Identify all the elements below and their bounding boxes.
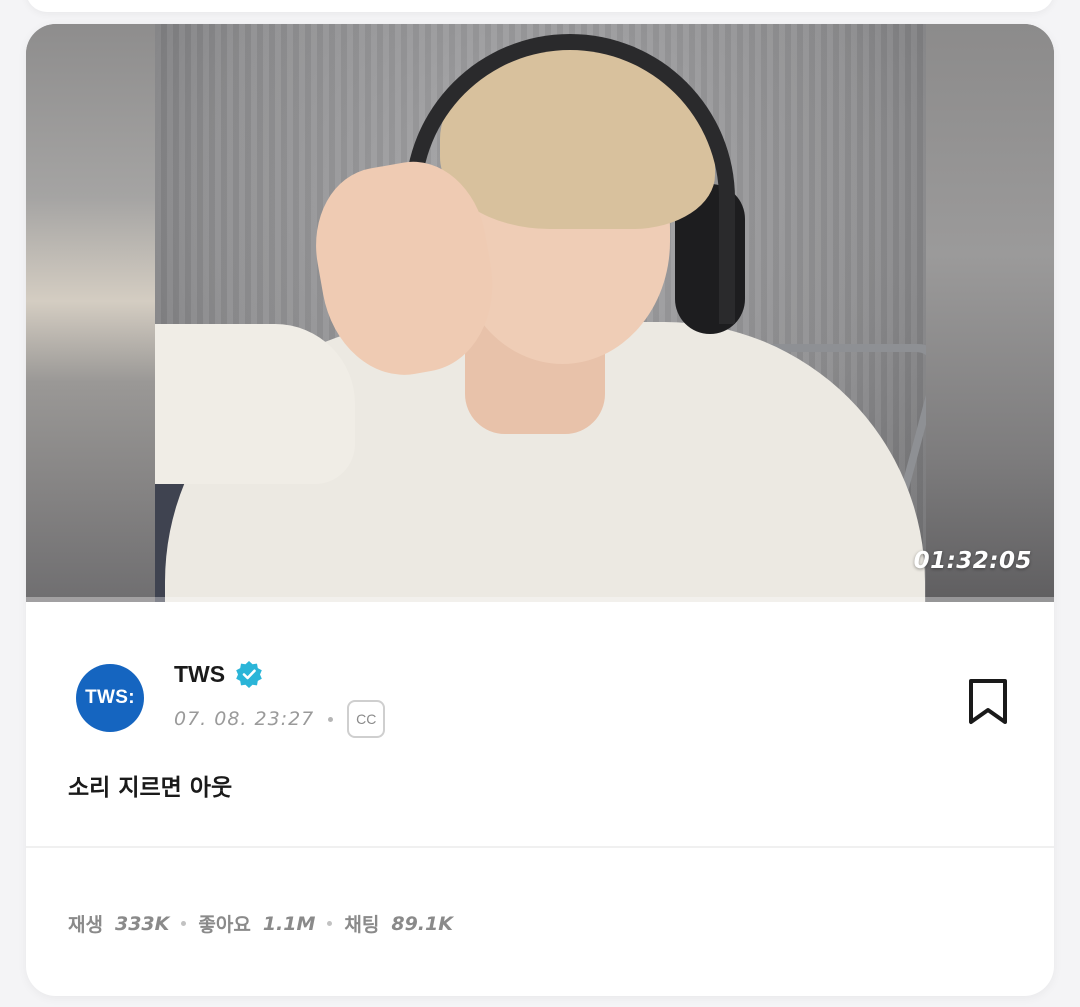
- video-post-card[interactable]: 01:32:05 TWS: TWS 07. 08. 23:27 CC 소리 지르…: [26, 24, 1054, 996]
- separator-dot: [327, 921, 333, 926]
- separator-dot: [181, 921, 187, 926]
- video-progress-track: [26, 597, 1054, 602]
- thumbnail-blur-left: [26, 24, 156, 602]
- video-duration: 01:32:05: [913, 548, 1032, 574]
- arm: [155, 324, 355, 484]
- previous-card-edge: [26, 0, 1054, 12]
- bookmark-button[interactable]: [966, 677, 1010, 727]
- likes-label: 좋아요: [198, 914, 251, 936]
- post-stats: 재생 333K 좋아요 1.1M 채팅 89.1K: [68, 910, 453, 937]
- closed-caption-badge: CC: [347, 700, 386, 738]
- channel-avatar[interactable]: TWS:: [76, 664, 144, 732]
- plays-count: 333K: [114, 912, 170, 935]
- chats-count: 89.1K: [391, 912, 453, 935]
- likes-count: 1.1M: [262, 912, 316, 935]
- post-date: 07. 08. 23:27: [174, 708, 315, 730]
- post-title[interactable]: 소리 지르면 아웃: [68, 768, 232, 802]
- thumbnail-image: [155, 24, 926, 602]
- channel-name[interactable]: TWS: [174, 661, 225, 688]
- verified-badge-icon: [236, 661, 262, 688]
- separator-dot: [328, 716, 334, 722]
- plays-label: 재생: [68, 914, 103, 936]
- post-meta: 07. 08. 23:27 CC: [174, 700, 386, 738]
- divider: [26, 846, 1054, 848]
- video-thumbnail[interactable]: 01:32:05: [26, 24, 1054, 602]
- channel-row: TWS: [174, 660, 263, 688]
- chats-label: 채팅: [344, 914, 380, 936]
- thumbnail-blur-right: [926, 24, 1054, 602]
